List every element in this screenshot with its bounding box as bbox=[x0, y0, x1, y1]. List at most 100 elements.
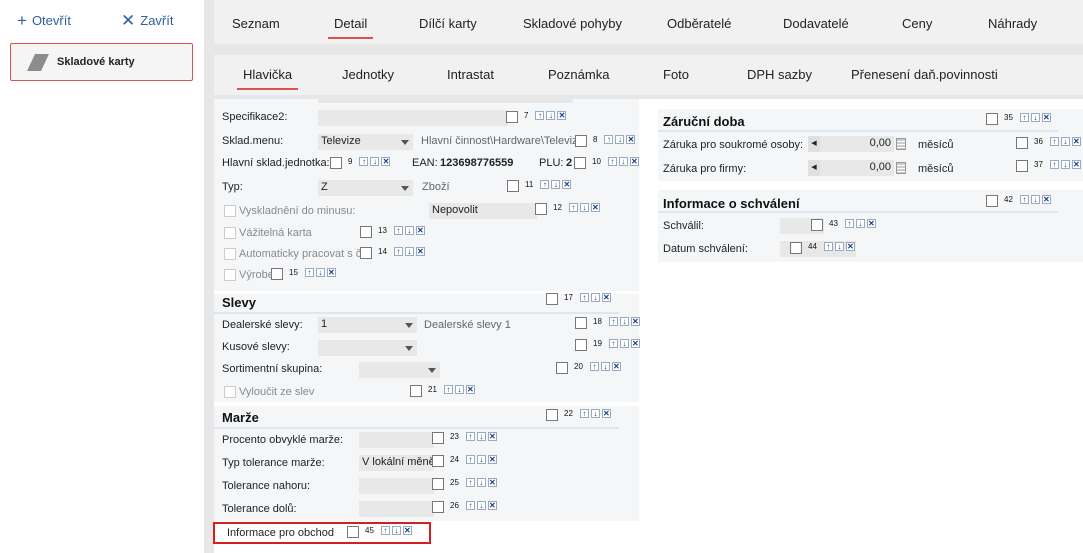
plu-checkbox[interactable] bbox=[574, 157, 586, 169]
down-icon[interactable]: ↓ bbox=[476, 432, 486, 441]
remove-icon[interactable]: ✕ bbox=[1071, 137, 1081, 146]
remove-icon[interactable]: ✕ bbox=[465, 385, 475, 394]
down-icon[interactable]: ↓ bbox=[590, 409, 600, 418]
vazitelna-checkbox[interactable] bbox=[224, 227, 236, 239]
up-icon[interactable]: ↑ bbox=[604, 135, 614, 144]
schvaleni-checkbox[interactable] bbox=[986, 195, 998, 207]
chevron-down-icon[interactable] bbox=[405, 323, 413, 328]
chevron-down-icon[interactable] bbox=[428, 368, 436, 373]
tab-dph-sazby[interactable]: DPH sazby bbox=[747, 67, 812, 82]
vyloucit-checkbox[interactable] bbox=[224, 386, 236, 398]
down-icon[interactable]: ↓ bbox=[476, 455, 486, 464]
info-obchod-checkbox[interactable] bbox=[347, 526, 359, 538]
tab-foto[interactable]: Foto bbox=[663, 67, 689, 82]
chevron-down-icon[interactable] bbox=[401, 186, 409, 191]
zarucni-checkbox[interactable] bbox=[986, 113, 998, 125]
soukrome-field[interactable]: 0,00 bbox=[820, 136, 894, 152]
down-icon[interactable]: ↓ bbox=[579, 203, 589, 212]
down-icon[interactable]: ↓ bbox=[551, 180, 561, 189]
up-icon[interactable]: ↑ bbox=[380, 526, 390, 535]
dolu-checkbox[interactable] bbox=[432, 501, 444, 513]
up-icon[interactable]: ↑ bbox=[465, 455, 475, 464]
down-icon[interactable]: ↓ bbox=[600, 362, 610, 371]
up-icon[interactable]: ↑ bbox=[608, 339, 618, 348]
remove-icon[interactable]: ✕ bbox=[630, 317, 640, 326]
down-icon[interactable]: ↓ bbox=[454, 385, 464, 394]
down-icon[interactable]: ↓ bbox=[619, 339, 629, 348]
remove-icon[interactable]: ✕ bbox=[487, 501, 497, 510]
up-icon[interactable]: ↑ bbox=[1019, 195, 1029, 204]
tab-dodavatele[interactable]: Dodavatelé bbox=[783, 16, 849, 31]
up-icon[interactable]: ↑ bbox=[607, 157, 617, 166]
typ-tol-field[interactable]: V lokální měně bbox=[359, 455, 434, 471]
tab-dilci-karty[interactable]: Dílčí karty bbox=[419, 16, 477, 31]
remove-icon[interactable]: ✕ bbox=[402, 526, 412, 535]
down-icon[interactable]: ↓ bbox=[615, 135, 625, 144]
remove-icon[interactable]: ✕ bbox=[381, 157, 391, 166]
down-icon[interactable]: ↓ bbox=[618, 157, 628, 166]
typ-tol-checkbox[interactable] bbox=[432, 455, 444, 467]
procento-checkbox[interactable] bbox=[432, 432, 444, 444]
tab-ceny[interactable]: Ceny bbox=[902, 16, 932, 31]
typ-select[interactable]: Z bbox=[318, 180, 413, 196]
remove-icon[interactable]: ✕ bbox=[487, 432, 497, 441]
tab-intrastat[interactable]: Intrastat bbox=[447, 67, 494, 82]
spec2-checkbox[interactable] bbox=[506, 111, 518, 123]
up-icon[interactable]: ↑ bbox=[579, 293, 589, 302]
tab-hlavicka[interactable]: Hlavička bbox=[236, 67, 299, 90]
down-icon[interactable]: ↓ bbox=[855, 219, 865, 228]
remove-icon[interactable]: ✕ bbox=[1041, 195, 1051, 204]
procento-field[interactable] bbox=[359, 432, 434, 448]
down-icon[interactable]: ↓ bbox=[619, 317, 629, 326]
sklad-menu-select[interactable]: Televize bbox=[318, 134, 413, 150]
chevron-down-icon[interactable] bbox=[401, 140, 409, 145]
remove-icon[interactable]: ✕ bbox=[590, 203, 600, 212]
typ-checkbox[interactable] bbox=[507, 180, 519, 192]
vazitelna-opt-checkbox[interactable] bbox=[360, 226, 372, 238]
down-icon[interactable]: ↓ bbox=[1030, 195, 1040, 204]
remove-icon[interactable]: ✕ bbox=[487, 455, 497, 464]
remove-icon[interactable]: ✕ bbox=[487, 478, 497, 487]
up-icon[interactable]: ↑ bbox=[579, 409, 589, 418]
remove-icon[interactable]: ✕ bbox=[562, 180, 572, 189]
up-icon[interactable]: ↑ bbox=[393, 247, 403, 256]
down-icon[interactable]: ↓ bbox=[391, 526, 401, 535]
vyrobek-checkbox[interactable] bbox=[224, 269, 236, 281]
tab-detail[interactable]: Detail bbox=[327, 16, 374, 39]
sortiment-checkbox[interactable] bbox=[556, 362, 568, 374]
up-icon[interactable]: ↑ bbox=[1019, 113, 1029, 122]
spin-left-icon[interactable]: ◀ bbox=[808, 136, 820, 152]
up-icon[interactable]: ↑ bbox=[589, 362, 599, 371]
up-icon[interactable]: ↑ bbox=[359, 157, 369, 166]
up-icon[interactable]: ↑ bbox=[1049, 137, 1059, 146]
remove-icon[interactable]: ✕ bbox=[1071, 160, 1081, 169]
up-icon[interactable]: ↑ bbox=[1049, 160, 1059, 169]
datum-checkbox[interactable] bbox=[790, 242, 802, 254]
kusove-checkbox[interactable] bbox=[575, 339, 587, 351]
calculator-icon[interactable] bbox=[896, 138, 906, 150]
remove-icon[interactable]: ✕ bbox=[611, 362, 621, 371]
chevron-down-icon[interactable] bbox=[405, 346, 413, 351]
open-button[interactable]: + Otevřít bbox=[17, 12, 71, 29]
tab-seznam[interactable]: Seznam bbox=[232, 16, 280, 31]
down-icon[interactable]: ↓ bbox=[404, 226, 414, 235]
spec2-field[interactable] bbox=[318, 110, 508, 126]
down-icon[interactable]: ↓ bbox=[476, 501, 486, 510]
up-icon[interactable]: ↑ bbox=[535, 111, 545, 120]
up-icon[interactable]: ↑ bbox=[540, 180, 550, 189]
up-icon[interactable]: ↑ bbox=[304, 268, 314, 277]
dealerske-checkbox[interactable] bbox=[575, 317, 587, 329]
remove-icon[interactable]: ✕ bbox=[626, 135, 636, 144]
firmy-checkbox[interactable] bbox=[1016, 160, 1028, 172]
vyskladneni-field[interactable]: Nepovolit bbox=[429, 203, 537, 219]
hlavni-sklad-checkbox[interactable] bbox=[330, 157, 342, 169]
down-icon[interactable]: ↓ bbox=[1030, 113, 1040, 122]
soukrome-checkbox[interactable] bbox=[1016, 137, 1028, 149]
remove-icon[interactable]: ✕ bbox=[415, 226, 425, 235]
vyrobek-opt-checkbox[interactable] bbox=[271, 268, 283, 280]
sklad-menu-checkbox[interactable] bbox=[575, 135, 587, 147]
remove-icon[interactable]: ✕ bbox=[601, 409, 611, 418]
tab-poznamka[interactable]: Poznámka bbox=[548, 67, 609, 82]
down-icon[interactable]: ↓ bbox=[476, 478, 486, 487]
remove-icon[interactable]: ✕ bbox=[415, 247, 425, 256]
